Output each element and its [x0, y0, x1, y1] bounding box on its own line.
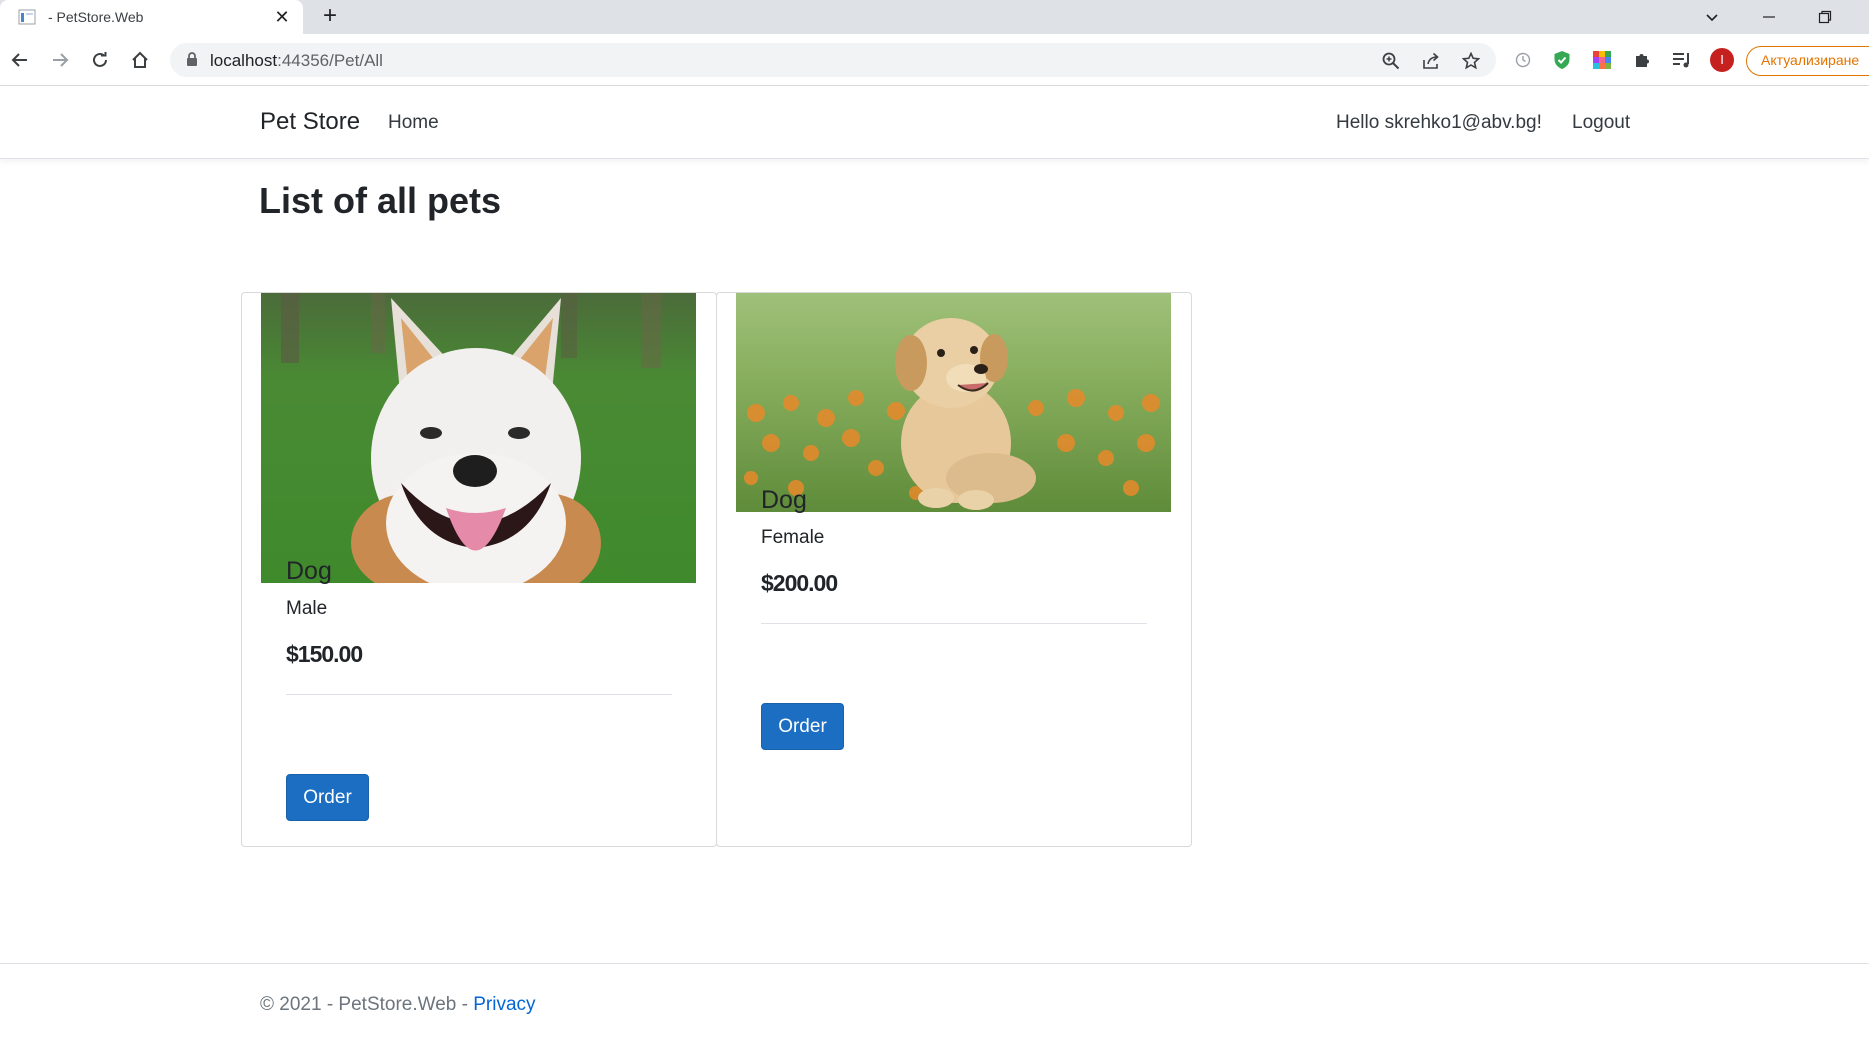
profile-avatar[interactable]: I [1710, 48, 1734, 72]
site-navbar: Pet Store Home Hello skrehko1@abv.bg! Lo… [0, 86, 1869, 159]
browser-tabstrip: - PetStore.Web ✕ + [0, 0, 1869, 34]
pet-name: Dog [761, 486, 807, 514]
privacy-link[interactable]: Privacy [473, 994, 535, 1015]
zoom-icon[interactable] [1380, 50, 1402, 72]
card-divider [761, 623, 1147, 624]
pet-price: $200.00 [761, 570, 838, 596]
logout-link[interactable]: Logout [1572, 112, 1630, 134]
copyright-text: © 2021 - PetStore.Web - [260, 994, 474, 1015]
back-icon[interactable] [6, 46, 34, 74]
nav-home-link[interactable]: Home [388, 112, 439, 134]
page-title: List of all pets [259, 180, 502, 221]
tab-search-icon[interactable] [1697, 4, 1727, 30]
pet-photo [261, 293, 696, 583]
card-divider [286, 694, 672, 695]
share-icon[interactable] [1420, 50, 1442, 72]
extension-clock-icon[interactable] [1510, 47, 1536, 73]
pet-gender: Male [286, 598, 328, 619]
pet-price: $150.00 [286, 641, 363, 667]
page-favicon-icon [18, 9, 36, 25]
restore-icon[interactable] [1810, 4, 1840, 30]
tab-title: - PetStore.Web [48, 9, 144, 25]
reload-icon[interactable] [86, 46, 114, 74]
tab-close-icon[interactable]: ✕ [271, 6, 293, 28]
address-bar[interactable]: localhost:44356/Pet/All [170, 43, 1496, 77]
pet-name: Dog [286, 557, 332, 585]
minimize-icon[interactable] [1754, 4, 1784, 30]
shield-extension-icon[interactable] [1549, 47, 1575, 73]
bookmark-star-icon[interactable] [1460, 50, 1482, 72]
footer-text: © 2021 - PetStore.Web - Privacy [260, 994, 536, 1016]
color-grid-extension-icon[interactable] [1589, 47, 1615, 73]
order-button[interactable]: Order [761, 703, 844, 750]
new-tab-button[interactable]: + [318, 4, 342, 29]
puzzle-extensions-icon[interactable] [1629, 47, 1655, 73]
forward-icon[interactable] [46, 46, 74, 74]
url-text[interactable]: localhost:44356/Pet/All [210, 51, 383, 71]
home-icon[interactable] [126, 46, 154, 74]
lock-icon[interactable] [186, 52, 198, 72]
pet-card: Dog Male $150.00 Order [241, 292, 717, 847]
browser-tab[interactable]: - PetStore.Web ✕ [0, 0, 303, 34]
order-button[interactable]: Order [286, 774, 369, 821]
user-greeting-link[interactable]: Hello skrehko1@abv.bg! [1336, 112, 1542, 134]
brand-link[interactable]: Pet Store [260, 108, 360, 136]
site-footer: © 2021 - PetStore.Web - Privacy [0, 963, 1869, 1039]
pet-gender: Female [761, 527, 825, 548]
media-queue-icon[interactable] [1669, 47, 1695, 73]
browser-toolbar: localhost:44356/Pet/All I Актуализиране [0, 34, 1869, 86]
pet-card: Dog Female $200.00 Order [716, 292, 1192, 847]
update-browser-button[interactable]: Актуализиране [1746, 46, 1869, 76]
pet-photo [736, 293, 1171, 512]
